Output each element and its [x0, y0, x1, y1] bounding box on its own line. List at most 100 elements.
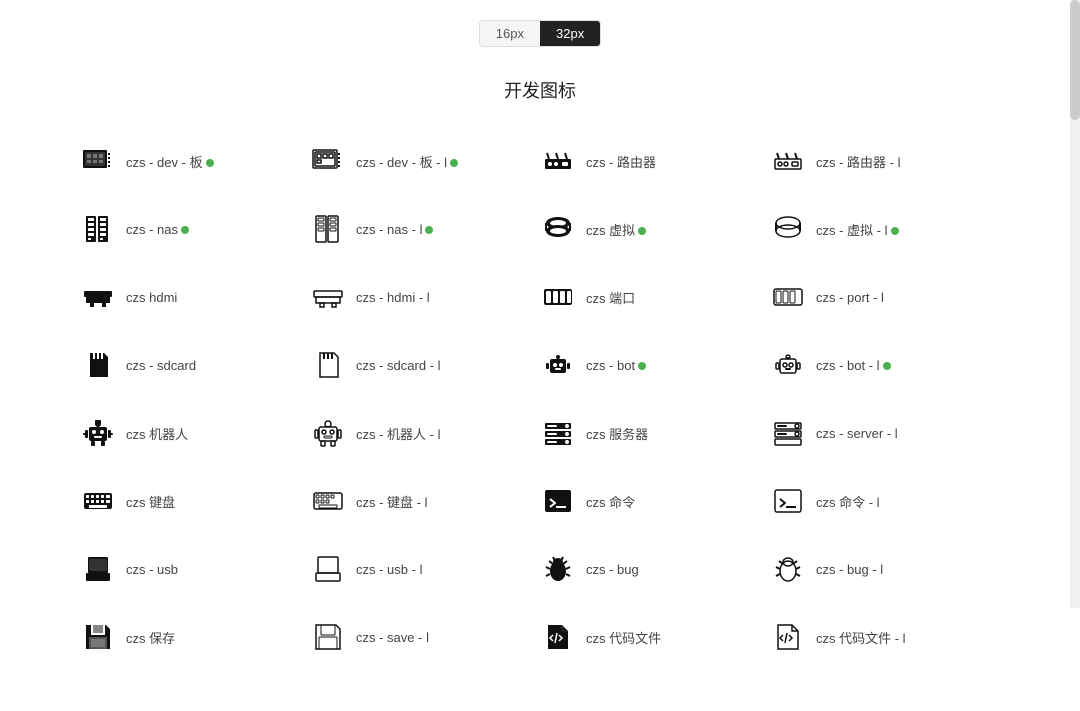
icon-label-czs-nas: czs - nas: [126, 222, 189, 237]
icon-label-czs-robot: czs 机器人: [126, 424, 188, 443]
icon-label-czs-bug-l: czs - bug - l: [816, 562, 883, 577]
icon-hdmi-l: [310, 279, 346, 315]
section-title: 开发图标: [504, 77, 576, 103]
status-dot-czs-bot: [638, 362, 646, 370]
icon-item-czs-dev: czs - dev - 板: [60, 127, 290, 195]
icon-label-czs-dev-l: czs - dev - 板 - l: [356, 152, 458, 171]
icon-label-czs-save: czs 保存: [126, 628, 175, 647]
icon-item-czs-virtual-l: czs - 虚拟 - l: [750, 195, 980, 263]
icon-label-czs-server: czs 服务器: [586, 424, 648, 443]
icon-item-czs-router-l: czs - 路由器 - l: [750, 127, 980, 195]
icon-sdcard-l: [310, 347, 346, 383]
icon-server-l: [770, 415, 806, 451]
icon-dev-board-l: [310, 143, 346, 179]
icon-sdcard: [80, 347, 116, 383]
icon-label-czs-codefile: czs 代码文件: [586, 628, 661, 647]
icon-label-czs-save-l: czs - save - l: [356, 630, 429, 645]
icon-bug-l: [770, 551, 806, 587]
status-dot-czs-virtual: [638, 227, 646, 235]
icon-label-czs-nas-l: czs - nas - l: [356, 222, 433, 237]
icon-label-czs-hdmi: czs hdmi: [126, 290, 177, 305]
icon-item-czs-server-l: czs - server - l: [750, 399, 980, 467]
size-32px-button[interactable]: 32px: [540, 21, 600, 46]
icon-item-czs-server: czs 服务器: [520, 399, 750, 467]
icon-label-czs-server-l: czs - server - l: [816, 426, 898, 441]
icon-label-czs-port: czs 端口: [586, 288, 635, 307]
icon-item-czs-virtual: czs 虚拟: [520, 195, 750, 263]
icon-label-czs-robot-l: czs - 机器人 - l: [356, 424, 441, 443]
status-dot-czs-dev: [206, 159, 214, 167]
icon-item-czs-port: czs 端口: [520, 263, 750, 331]
icon-robot: [80, 415, 116, 451]
icon-item-czs-nas-l: czs - nas - l: [290, 195, 520, 263]
icon-label-czs-cmd-l: czs 命令 - l: [816, 492, 880, 511]
size-16px-button[interactable]: 16px: [480, 21, 540, 46]
icon-keyboard-l: [310, 483, 346, 519]
icon-label-czs-router-l: czs - 路由器 - l: [816, 152, 901, 171]
icon-label-czs-cmd: czs 命令: [586, 492, 635, 511]
icon-save-l: [310, 619, 346, 655]
status-dot-czs-virtual-l: [891, 227, 899, 235]
icon-label-czs-keyboard: czs 键盘: [126, 492, 175, 511]
icon-bot: [540, 347, 576, 383]
icon-codefile-l: [770, 619, 806, 655]
icon-item-czs-robot: czs 机器人: [60, 399, 290, 467]
icon-label-czs-bug: czs - bug: [586, 562, 639, 577]
icon-port: [540, 279, 576, 315]
icon-label-czs-usb: czs - usb: [126, 562, 178, 577]
icon-hdmi: [80, 279, 116, 315]
icon-label-czs-sdcard-l: czs - sdcard - l: [356, 358, 441, 373]
icon-port-l: [770, 279, 806, 315]
icon-item-czs-usb-l: czs - usb - l: [290, 535, 520, 603]
icon-label-czs-codefile-l: czs 代码文件 - l: [816, 628, 906, 647]
scrollbar[interactable]: [1070, 0, 1080, 608]
status-dot-czs-dev-l: [450, 159, 458, 167]
status-dot-czs-nas: [181, 226, 189, 234]
icon-cmd: [540, 483, 576, 519]
icon-item-czs-sdcard-l: czs - sdcard - l: [290, 331, 520, 399]
icon-label-czs-usb-l: czs - usb - l: [356, 562, 422, 577]
icon-bug: [540, 551, 576, 587]
icon-label-czs-hdmi-l: czs - hdmi - l: [356, 290, 430, 305]
icon-usb: [80, 551, 116, 587]
icon-nas-l: [310, 211, 346, 247]
icon-item-czs-sdcard: czs - sdcard: [60, 331, 290, 399]
icon-item-czs-nas: czs - nas: [60, 195, 290, 263]
icon-item-czs-codefile: czs 代码文件: [520, 603, 750, 671]
icon-item-czs-save: czs 保存: [60, 603, 290, 671]
icon-label-czs-bot: czs - bot: [586, 358, 646, 373]
icon-label-czs-port-l: czs - port - l: [816, 290, 884, 305]
icon-save: [80, 619, 116, 655]
status-dot-czs-nas-l: [425, 226, 433, 234]
icons-grid: czs - dev - 板czs - dev - 板 - lczs - 路由器c…: [60, 127, 1020, 671]
icon-label-czs-bot-l: czs - bot - l: [816, 358, 891, 373]
icon-robot-l: [310, 415, 346, 451]
icon-item-czs-dev-l: czs - dev - 板 - l: [290, 127, 520, 195]
icon-item-czs-usb: czs - usb: [60, 535, 290, 603]
icon-keyboard: [80, 483, 116, 519]
icon-item-czs-router: czs - 路由器: [520, 127, 750, 195]
icon-item-czs-save-l: czs - save - l: [290, 603, 520, 671]
size-toggle: 16px 32px: [479, 20, 601, 47]
icon-label-czs-keyboard-l: czs - 键盘 - l: [356, 492, 428, 511]
icon-nas: [80, 211, 116, 247]
icon-item-czs-bot: czs - bot: [520, 331, 750, 399]
icon-item-czs-keyboard-l: czs - 键盘 - l: [290, 467, 520, 535]
icon-router-l: [770, 143, 806, 179]
icon-cmd-l: [770, 483, 806, 519]
icon-label-czs-virtual-l: czs - 虚拟 - l: [816, 220, 899, 239]
icon-router: [540, 143, 576, 179]
icon-codefile: [540, 619, 576, 655]
icon-item-czs-cmd-l: czs 命令 - l: [750, 467, 980, 535]
icon-item-czs-bug: czs - bug: [520, 535, 750, 603]
scrollbar-thumb[interactable]: [1070, 0, 1080, 120]
icon-bot-l: [770, 347, 806, 383]
icon-virtual: [540, 211, 576, 247]
icon-label-czs-dev: czs - dev - 板: [126, 152, 214, 171]
icon-item-czs-hdmi: czs hdmi: [60, 263, 290, 331]
icon-item-czs-port-l: czs - port - l: [750, 263, 980, 331]
icon-server: [540, 415, 576, 451]
icon-label-czs-sdcard: czs - sdcard: [126, 358, 196, 373]
icon-item-czs-bot-l: czs - bot - l: [750, 331, 980, 399]
icon-item-czs-codefile-l: czs 代码文件 - l: [750, 603, 980, 671]
